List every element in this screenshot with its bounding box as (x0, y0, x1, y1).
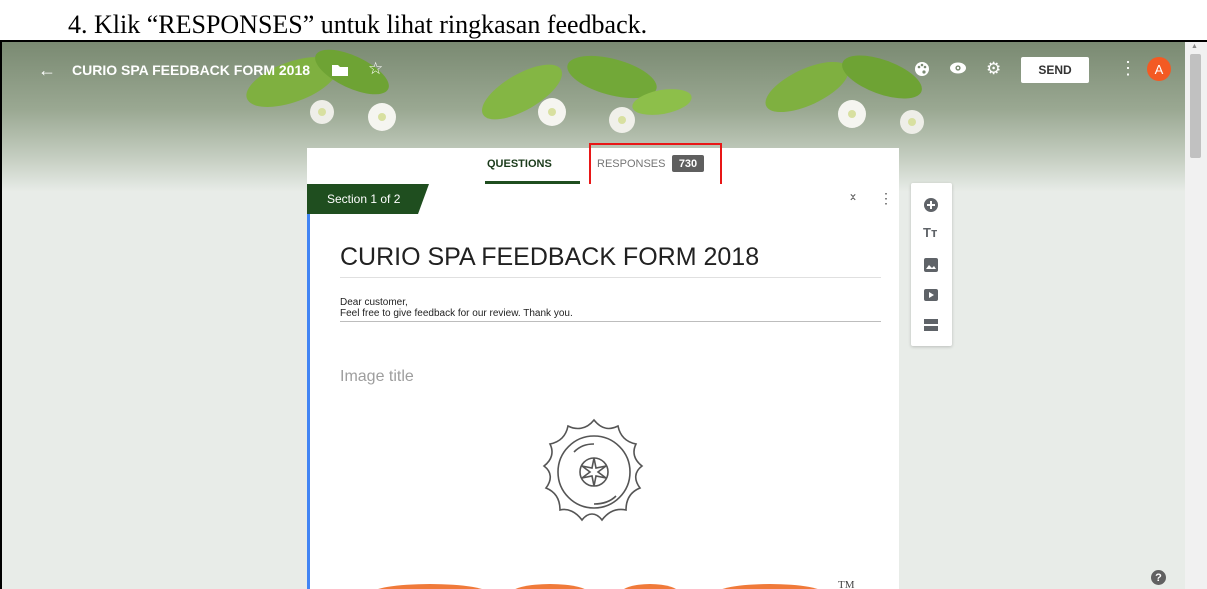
star-icon[interactable]: ☆ (368, 59, 383, 79)
add-video-icon[interactable] (923, 287, 939, 303)
question-tool-rail: Tт (911, 183, 952, 346)
add-question-icon[interactable] (923, 197, 939, 213)
section-badge: Section 1 of 2 (307, 184, 429, 214)
eye-icon[interactable] (950, 62, 966, 74)
collapse-section-icon[interactable]: ⌄ ⌃ (848, 187, 858, 208)
top-app-bar: ← CURIO SPA FEEDBACK FORM 2018 ☆ ⚙ SEND … (2, 50, 1184, 90)
scroll-thumb[interactable] (1190, 54, 1201, 158)
send-button[interactable]: SEND (1021, 57, 1089, 83)
folder-icon[interactable] (332, 63, 348, 76)
help-icon[interactable]: ? (1151, 570, 1166, 585)
form-description-line2[interactable]: Feel free to give feedback for our revie… (340, 308, 573, 319)
add-title-icon[interactable]: Tт (923, 225, 937, 240)
form-header-card: Section 1 of 2 ⌄ ⌃ ⋮ CURIO SPA FEEDBACK F… (307, 184, 899, 589)
form-title-header[interactable]: CURIO SPA FEEDBACK FORM 2018 (72, 62, 310, 78)
image-title-input[interactable]: Image title (340, 368, 414, 386)
gear-icon[interactable]: ⚙ (986, 59, 1001, 79)
avatar[interactable]: A (1147, 57, 1171, 81)
scroll-up-icon[interactable]: ▲ (1191, 43, 1198, 50)
palette-icon[interactable] (914, 61, 930, 77)
more-vert-icon[interactable]: ⋮ (879, 190, 893, 207)
more-vert-icon[interactable]: ⋮ (1119, 58, 1137, 79)
instruction-text: 4. Klik “RESPONSES” untuk lihat ringkasa… (68, 10, 648, 39)
scrollbar[interactable]: ▲ (1185, 42, 1207, 589)
trademark-mark: TM (838, 579, 855, 589)
arrow-left-icon[interactable]: ← (38, 60, 56, 81)
add-image-icon[interactable] (923, 257, 939, 273)
curio-wordmark-partial (378, 584, 818, 589)
form-title-field[interactable]: CURIO SPA FEEDBACK FORM 2018 (340, 243, 759, 272)
annotation-highlight-box (589, 143, 722, 187)
tab-questions[interactable]: QUESTIONS (487, 158, 552, 170)
google-forms-screenshot: ← CURIO SPA FEEDBACK FORM 2018 ☆ ⚙ SEND … (2, 42, 1207, 589)
form-description-line1[interactable]: Dear customer, (340, 297, 408, 308)
description-underline (340, 321, 881, 322)
title-underline (340, 277, 881, 278)
document-instruction: 4. Klik “RESPONSES” untuk lihat ringkasa… (0, 0, 1207, 589)
green-paradise-logo-icon (542, 418, 644, 522)
add-section-icon[interactable] (923, 317, 939, 333)
